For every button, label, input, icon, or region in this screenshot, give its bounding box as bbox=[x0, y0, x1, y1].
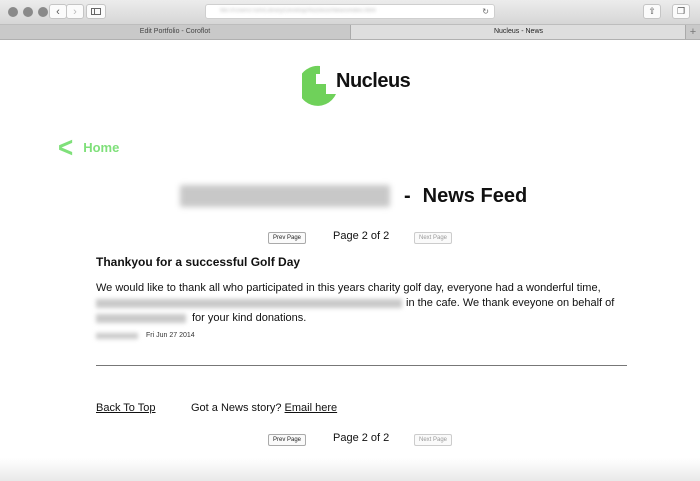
url-text: file:///Users/Tom/Library/Desktop/Nucleu… bbox=[220, 8, 376, 14]
share-button[interactable]: ⇧ bbox=[643, 4, 661, 19]
home-label: Home bbox=[83, 139, 120, 155]
window-titlebar: ‹ › file:///Users/Tom/Library/Desktop/Nu… bbox=[0, 0, 700, 25]
article-body: We would like to thank all who participa… bbox=[96, 281, 636, 326]
tabs-icon: ❐ bbox=[676, 6, 686, 16]
pager-top: Prev Page Page 2 of 2 Next Page bbox=[268, 230, 468, 245]
chevron-left-icon: < bbox=[58, 130, 74, 164]
news-story-text: Got a News story? bbox=[191, 402, 282, 414]
prev-page-button[interactable]: Prev Page bbox=[268, 232, 307, 244]
news-story-prompt: Got a News story? Email here bbox=[191, 402, 337, 414]
title-separator: - bbox=[404, 184, 411, 207]
minimize-window-icon[interactable] bbox=[23, 7, 33, 17]
tabs-overview-button[interactable]: ❐ bbox=[672, 4, 690, 19]
redacted-text bbox=[96, 313, 186, 323]
prev-page-button[interactable]: Prev Page bbox=[268, 434, 307, 446]
page-title: - News Feed bbox=[180, 182, 527, 210]
address-bar[interactable]: file:///Users/Tom/Library/Desktop/Nucleu… bbox=[205, 4, 495, 19]
chevron-left-icon: ‹ bbox=[56, 6, 60, 18]
divider bbox=[96, 365, 627, 366]
tab-bar: Edit Portfolio - Coroflot Nucleus - News… bbox=[0, 25, 700, 40]
sidebar-toggle-button[interactable] bbox=[86, 4, 106, 19]
forward-button[interactable]: › bbox=[66, 4, 84, 19]
next-page-button[interactable]: Next Page bbox=[414, 232, 453, 244]
home-link[interactable]: < Home bbox=[58, 130, 120, 164]
back-button[interactable]: ‹ bbox=[49, 4, 67, 19]
article-date: Fri Jun 27 2014 bbox=[146, 332, 195, 339]
chevron-right-icon: › bbox=[73, 6, 77, 18]
redacted-project-name bbox=[180, 185, 390, 207]
feed-title: News Feed bbox=[422, 184, 528, 207]
redacted-author bbox=[96, 332, 138, 339]
reload-icon[interactable]: ↻ bbox=[482, 5, 489, 18]
page-indicator: Page 2 of 2 bbox=[333, 230, 390, 242]
page-indicator: Page 2 of 2 bbox=[333, 432, 390, 444]
article-line-1: We would like to thank all who participa… bbox=[96, 282, 601, 294]
logo-text: Nucleus bbox=[336, 70, 411, 92]
window-bottom-edge bbox=[0, 458, 700, 481]
next-page-button[interactable]: Next Page bbox=[414, 434, 453, 446]
share-icon: ⇧ bbox=[648, 6, 656, 16]
tab-nucleus-news[interactable]: Nucleus - News bbox=[351, 25, 686, 39]
article-meta: Fri Jun 27 2014 bbox=[96, 332, 195, 339]
zoom-window-icon[interactable] bbox=[38, 7, 48, 17]
back-to-top-link[interactable]: Back To Top bbox=[96, 402, 156, 414]
redacted-text bbox=[96, 298, 402, 308]
new-tab-button[interactable]: + bbox=[685, 25, 700, 39]
article-title: Thankyou for a successful Golf Day bbox=[96, 255, 301, 269]
close-window-icon[interactable] bbox=[8, 7, 18, 17]
nucleus-logo-icon bbox=[302, 65, 336, 106]
tab-edit-portfolio[interactable]: Edit Portfolio - Coroflot bbox=[0, 25, 351, 39]
article-line-2: in the cafe. We thank eveyone on behalf … bbox=[406, 297, 615, 309]
email-here-link[interactable]: Email here bbox=[285, 402, 338, 414]
pager-bottom: Prev Page Page 2 of 2 Next Page bbox=[268, 432, 468, 447]
article-line-3: for your kind donations. bbox=[192, 312, 307, 324]
